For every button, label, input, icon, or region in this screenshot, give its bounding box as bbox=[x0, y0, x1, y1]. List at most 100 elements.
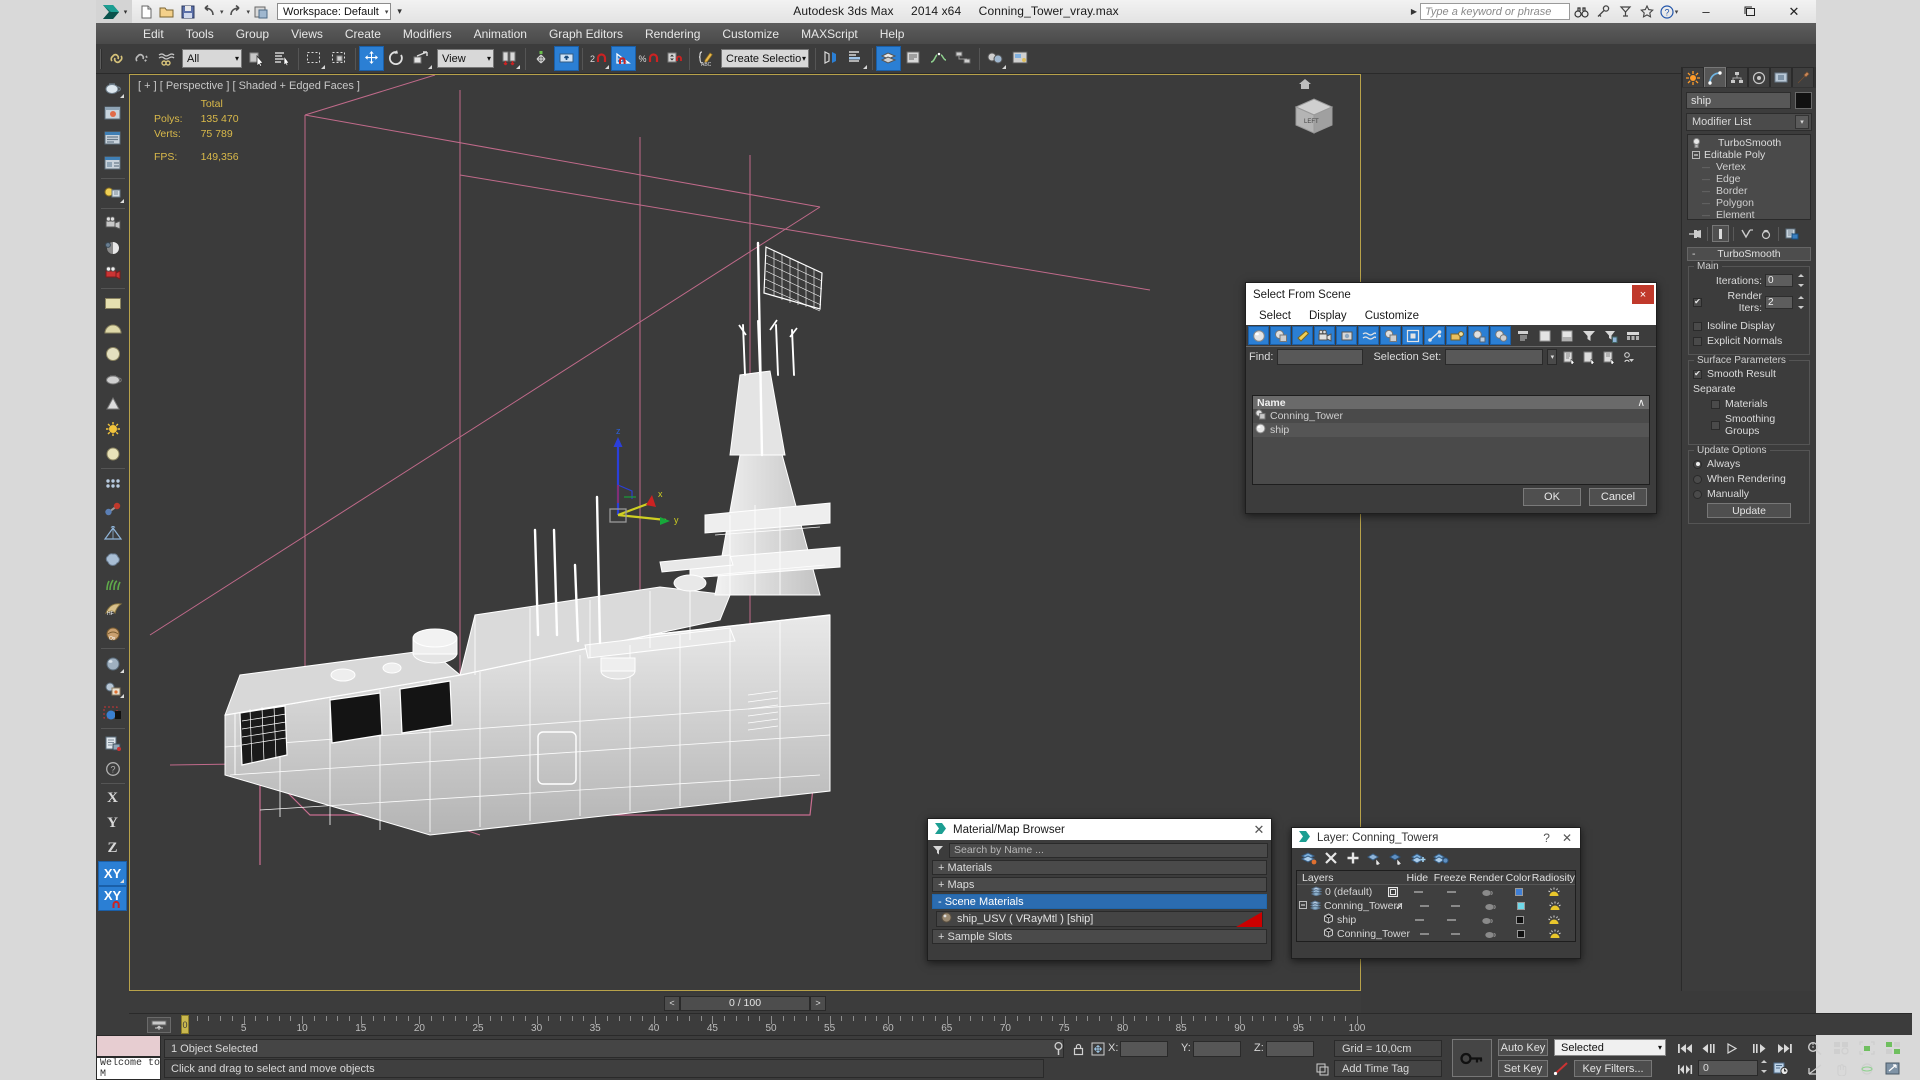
favorites-star-icon[interactable] bbox=[1636, 2, 1658, 21]
coord-z-field[interactable] bbox=[1266, 1041, 1314, 1057]
sphere-primitive-icon[interactable] bbox=[98, 341, 127, 366]
omni-light-icon[interactable] bbox=[98, 441, 127, 466]
layer-row-2-radiosity-toggle[interactable] bbox=[1533, 914, 1575, 926]
redo-button[interactable] bbox=[226, 2, 245, 21]
tab-hierarchy[interactable] bbox=[1726, 67, 1748, 87]
material-group-scene-materials[interactable]: - Scene Materials bbox=[932, 894, 1267, 909]
sun-light-icon[interactable] bbox=[98, 416, 127, 441]
viewport-label[interactable]: [ + ] [ Perspective ] [ Shaded + Edged F… bbox=[138, 80, 360, 92]
display-frozen-icon[interactable] bbox=[1468, 326, 1489, 345]
material-browser-close-button[interactable]: ✕ bbox=[1247, 819, 1271, 840]
orbit-view-icon[interactable] bbox=[1856, 1060, 1878, 1078]
select-objects-in-set-icon[interactable] bbox=[1601, 349, 1617, 365]
iterations-field[interactable]: 0 bbox=[1765, 274, 1793, 287]
layer-row-0-render-toggle[interactable] bbox=[1469, 888, 1505, 897]
layer-row-0-freeze-toggle[interactable] bbox=[1433, 891, 1469, 893]
layer-row-0-color-swatch[interactable] bbox=[1506, 888, 1533, 896]
column-settings-icon[interactable] bbox=[1622, 326, 1643, 345]
angle-snap-toggle-icon[interactable] bbox=[611, 46, 636, 71]
menu-animation[interactable]: Animation bbox=[463, 25, 538, 43]
select-object-color-icon[interactable] bbox=[98, 701, 127, 726]
iterations-spinner[interactable] bbox=[1796, 274, 1805, 287]
key-filters-button[interactable]: Key Filters... bbox=[1574, 1060, 1652, 1077]
layer-row-1-hide-toggle[interactable] bbox=[1410, 905, 1438, 907]
render-iters-checkbox[interactable] bbox=[1693, 297, 1702, 307]
time-configuration-icon[interactable] bbox=[1770, 1060, 1792, 1078]
select-object-icon[interactable] bbox=[245, 46, 270, 71]
layer-row-3-hide-toggle[interactable] bbox=[1410, 933, 1438, 935]
minimize-button[interactable]: – bbox=[1684, 0, 1728, 23]
time-next-frame-button[interactable]: > bbox=[810, 995, 826, 1011]
display-lights-icon[interactable] bbox=[1292, 326, 1313, 345]
transform-gizmo[interactable]: z y x bbox=[592, 425, 702, 530]
snap-2d-icon[interactable]: 2 bbox=[586, 46, 611, 71]
layer-table[interactable]: Layers Hide Freeze Render Color Radiosit… bbox=[1296, 870, 1576, 942]
scene-object-list[interactable]: Name ∧ Conning_Tower ship bbox=[1252, 395, 1650, 485]
scene-explorer-icon[interactable] bbox=[901, 46, 926, 71]
sfs-menu-select[interactable]: Select bbox=[1250, 308, 1300, 324]
project-folder-button[interactable] bbox=[252, 2, 271, 21]
add-time-tag-button[interactable]: Add Time Tag bbox=[1334, 1060, 1442, 1077]
current-frame-input[interactable]: 0 bbox=[1698, 1060, 1758, 1076]
material-browser-title-bar[interactable]: Material/Map Browser ✕ bbox=[928, 819, 1271, 840]
zoom-all-icon[interactable] bbox=[1830, 1039, 1852, 1057]
select-and-manipulate-icon[interactable] bbox=[529, 46, 554, 71]
teapot-primitive-icon[interactable] bbox=[98, 366, 127, 391]
maxscript-listener-white-pane[interactable]: Welcome to M bbox=[96, 1057, 161, 1080]
select-and-link-icon[interactable] bbox=[104, 46, 129, 71]
rollout-header-turbosmooth[interactable]: - TurboSmooth bbox=[1687, 247, 1811, 261]
layer-row-conning-tower-object[interactable]: Conning_Tower bbox=[1297, 927, 1575, 941]
track-bar[interactable]: 0 5 10 15 20 25 30 35 40 45 50 55 60 65 70 75 80 85 90 95 10… bbox=[129, 1013, 1912, 1035]
zoom-extents-all-icon[interactable] bbox=[1882, 1039, 1904, 1057]
hemisphere-primitive-icon[interactable] bbox=[98, 316, 127, 341]
selection-set-input[interactable] bbox=[1445, 349, 1544, 365]
select-objects-in-layer-icon[interactable] bbox=[1365, 849, 1384, 867]
maximize-button[interactable] bbox=[1728, 0, 1772, 23]
coord-y-field[interactable] bbox=[1193, 1041, 1241, 1057]
layer-row-conning-tower[interactable]: Conning_Towerя ✓ bbox=[1297, 899, 1575, 913]
display-bones-icon[interactable] bbox=[1424, 326, 1445, 345]
scene-report-icon[interactable] bbox=[98, 731, 127, 756]
find-input[interactable] bbox=[1277, 349, 1364, 365]
sfs-menu-display[interactable]: Display bbox=[1300, 308, 1356, 324]
delete-layer-icon[interactable] bbox=[1321, 849, 1340, 867]
create-selection-set-icon[interactable] bbox=[1561, 349, 1577, 365]
select-by-name-icon[interactable] bbox=[270, 46, 295, 71]
layer-settings-icon[interactable] bbox=[1431, 849, 1450, 867]
set-key-mode-toggle[interactable] bbox=[1452, 1039, 1492, 1077]
layer-row-1-render-toggle[interactable] bbox=[1473, 902, 1508, 911]
menu-modifiers[interactable]: Modifiers bbox=[392, 25, 463, 43]
update-when-rendering-radio[interactable] bbox=[1693, 474, 1702, 484]
menu-customize[interactable]: Customize bbox=[711, 25, 790, 43]
create-new-layer-icon[interactable] bbox=[1299, 849, 1318, 867]
search-input[interactable]: Type a keyword or phrase bbox=[1420, 3, 1570, 20]
named-selection-sets-dropdown[interactable]: Create Selection Se ▾ bbox=[721, 49, 809, 68]
infocenter-expand-icon[interactable]: ▶ bbox=[1408, 7, 1420, 16]
display-hidden-icon[interactable] bbox=[1490, 326, 1511, 345]
remove-selection-set-icon[interactable] bbox=[1581, 349, 1597, 365]
stack-item-turbosmooth[interactable]: TurboSmooth bbox=[1688, 137, 1810, 149]
menu-views[interactable]: Views bbox=[280, 25, 334, 43]
filter-funnel-icon[interactable] bbox=[1578, 326, 1599, 345]
scene-material-entry[interactable]: ship_USV ( VRayMtl ) [ship] bbox=[936, 911, 1263, 927]
stack-sub-border[interactable]: Border bbox=[1688, 185, 1810, 197]
blobmesh-icon[interactable] bbox=[98, 546, 127, 571]
material-search-input[interactable]: Search by Name ... bbox=[949, 842, 1268, 858]
render-setup-panel-icon[interactable] bbox=[98, 126, 127, 151]
select-from-scene-dialog[interactable]: Select From Scene × Select Display Custo… bbox=[1245, 282, 1657, 514]
camera-icon[interactable] bbox=[98, 211, 127, 236]
modifier-list-dropdown[interactable]: Modifier List ▾ bbox=[1686, 113, 1812, 131]
menu-group[interactable]: Group bbox=[225, 25, 280, 43]
display-containers-icon[interactable] bbox=[1446, 326, 1467, 345]
collapse-all-icon[interactable] bbox=[1534, 326, 1555, 345]
schematic-view-icon[interactable] bbox=[951, 46, 976, 71]
create-geometry-teapot-icon[interactable] bbox=[98, 76, 127, 101]
render-iters-field[interactable]: 2 bbox=[1765, 295, 1793, 309]
layer-row-2-hide-toggle[interactable] bbox=[1405, 919, 1434, 921]
layer-row-3-freeze-toggle[interactable] bbox=[1438, 933, 1473, 935]
constrain-to-y-axis-button[interactable]: Y bbox=[98, 811, 127, 836]
layer-row-2-freeze-toggle[interactable] bbox=[1434, 919, 1470, 921]
sort-ascending-icon[interactable]: ∧ bbox=[1637, 397, 1645, 409]
zoom-icon[interactable] bbox=[1804, 1039, 1826, 1057]
display-geometry-icon[interactable] bbox=[1248, 326, 1269, 345]
